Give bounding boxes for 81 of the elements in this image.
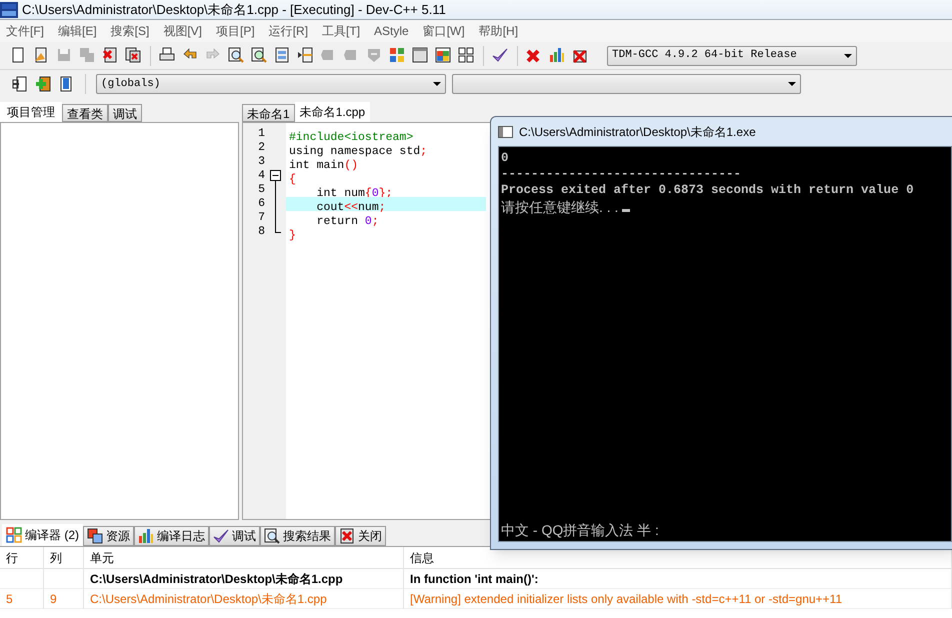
code-line: }	[289, 228, 296, 239]
compiler-dropdown[interactable]: TDM-GCC 4.9.2 64-bit Release	[607, 46, 857, 66]
table-cell: C:\Users\Administrator\Desktop\未命名1.cpp	[90, 572, 343, 586]
grid-icon	[6, 527, 22, 543]
menu-item[interactable]: 编辑[E]	[58, 22, 97, 40]
output-tab[interactable]: 关闭	[335, 526, 386, 546]
scope-dropdown[interactable]: (globals)	[96, 74, 446, 94]
console-prompt: 请按任意键继续. . .	[501, 198, 620, 216]
column-header[interactable]: 行	[0, 546, 44, 568]
code-line: #include<iostream>	[289, 130, 414, 141]
panel-tab[interactable]: 查看类	[62, 104, 108, 122]
code-line: using namespace std;	[289, 144, 428, 155]
window-icon[interactable]	[412, 47, 429, 64]
search-icon	[264, 528, 280, 544]
stacked-windows-icon	[87, 528, 103, 544]
console-line: --------------------------------	[501, 166, 742, 182]
output-tab[interactable]: 资源	[83, 526, 134, 546]
line-number: 8	[257, 225, 265, 239]
ime-status-text: 中文 - QQ拼音输入法 半 :	[501, 521, 660, 539]
menu-item[interactable]: 视图[V]	[163, 22, 202, 40]
table-cell: C:\Users\Administrator\Desktop\未命名1.cpp	[90, 592, 327, 606]
check-icon[interactable]	[492, 47, 509, 64]
check-icon	[213, 528, 229, 544]
code-line: {	[289, 172, 296, 183]
search-icon[interactable]	[228, 47, 245, 64]
replace-icon[interactable]	[251, 47, 268, 64]
app-logo-icon	[0, 2, 18, 18]
line-number: 2	[257, 141, 265, 155]
console-line: Process exited after 0.6873 seconds with return value 0	[501, 182, 915, 198]
caret-icon	[788, 82, 796, 86]
code-line: cout<<num;	[316, 200, 386, 211]
table-cell: [Warning] extended initializer lists only available with -std=c++11 or -std=gnu++11	[410, 592, 842, 606]
menu-item[interactable]: 工具[T]	[322, 22, 360, 40]
add-member-icon[interactable]	[35, 76, 52, 92]
line-number: 4	[257, 169, 265, 183]
column-header[interactable]: 列	[44, 546, 84, 568]
menu-item[interactable]: 帮助[H]	[478, 22, 518, 40]
table-cell: In function 'int main()':	[410, 572, 538, 586]
close-file-icon[interactable]	[102, 47, 119, 64]
output-tab[interactable]: 搜索结果	[260, 526, 335, 546]
menu-item[interactable]: 项目[P]	[216, 22, 255, 40]
close-icon	[339, 528, 355, 544]
menu-item[interactable]: 文件[F]	[6, 22, 44, 40]
crossed-page-icon[interactable]	[572, 47, 589, 64]
caret-icon	[844, 54, 852, 58]
editor-tab[interactable]: 未命名1	[242, 104, 295, 122]
new-class-icon[interactable]	[12, 76, 29, 92]
line-number: 3	[257, 155, 265, 169]
column-header[interactable]: 单元	[84, 546, 404, 568]
fold-toggle-icon[interactable]	[270, 169, 281, 183]
grid-icon[interactable]	[458, 47, 475, 64]
panel-tab[interactable]: 项目管理	[0, 102, 62, 122]
colored-squares-icon[interactable]	[389, 47, 406, 64]
menu-item[interactable]: 运行[R]	[268, 22, 308, 40]
editor-tab[interactable]: 未命名1.cpp	[294, 102, 370, 122]
panel-tab[interactable]: 调试	[108, 104, 142, 122]
menu-item[interactable]: 搜索[S]	[110, 22, 150, 40]
console-window-icon	[498, 124, 513, 138]
tiled-window-icon[interactable]	[435, 47, 452, 64]
code-line: return 0;	[316, 214, 379, 225]
output-tab[interactable]: 调试	[209, 526, 260, 546]
console-line: 0	[501, 150, 510, 166]
output-tab[interactable]: 编译日志	[134, 526, 209, 546]
line-number: 7	[257, 211, 265, 225]
code-line: int main()	[289, 158, 358, 169]
table-cell: 5	[6, 592, 13, 606]
table-cell: 9	[50, 592, 57, 606]
line-number: 1	[257, 127, 265, 141]
indent-icon[interactable]	[297, 47, 314, 64]
line-number: 6	[257, 197, 265, 211]
window-title: C:\Users\Administrator\Desktop\未命名1.cpp - [Executing] - Dev-C++ 5.11	[22, 0, 446, 19]
bar-chart-icon	[138, 528, 154, 544]
bar-chart-icon[interactable]	[549, 47, 566, 64]
caret-icon	[433, 82, 441, 86]
close-all-icon[interactable]	[125, 47, 142, 64]
menu-item[interactable]: 窗口[W]	[422, 22, 465, 40]
line-number: 5	[257, 183, 265, 197]
member-dropdown[interactable]	[452, 74, 801, 94]
window-title: C:\Users\Administrator\Desktop\未命名1.exe	[519, 124, 756, 140]
output-tab[interactable]: 编译器 (2)	[2, 524, 83, 546]
menu-item[interactable]: AStyle	[374, 22, 409, 40]
